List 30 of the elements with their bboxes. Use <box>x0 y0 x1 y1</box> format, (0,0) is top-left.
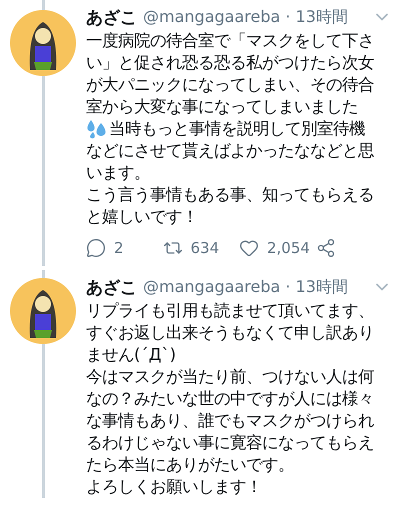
tweet-text-line: と嬉しいです！ <box>86 206 199 228</box>
avatar <box>10 10 76 76</box>
user-name[interactable]: あざこ <box>86 6 137 28</box>
tweet-text-line: い」と促され恐る恐る私がつけたら次女 <box>86 52 375 74</box>
tweet-text-line: こう言う事情もある事、知ってもらえる <box>86 184 375 206</box>
avatar <box>10 278 76 344</box>
tweet-meta: @mangagaareba · 13時間 <box>143 6 349 28</box>
action-count: 2 <box>114 239 124 257</box>
heart-icon[interactable] <box>239 238 259 258</box>
tweet-meta: @mangagaareba · 13時間 <box>143 276 349 298</box>
tweet-text-line: などにさせて貰えばよかったななどと思 <box>86 140 375 162</box>
tweet-text-line: よろしくお願いします！ <box>86 476 263 498</box>
tweet-text-line: すぐお返し出来そうもなくて申し訳あり <box>86 322 375 344</box>
tweet-text-line: 一度病院の待合室で「マスクをして下さ <box>86 30 375 52</box>
user-name[interactable]: あざこ <box>86 276 137 298</box>
reply-icon[interactable] <box>86 238 106 258</box>
action-count: 634 <box>190 239 220 257</box>
action-count: 2,054 <box>267 239 310 257</box>
tweet-text-line: な事情もあり、誰でもマスクがつけられ <box>86 410 375 432</box>
tweet-text-line: 室から大変な事になってしまいました <box>86 96 359 118</box>
tweet-text-line: が大パニックになってしまい、その待合 <box>86 74 375 96</box>
tweet-text-line: ません(´Д`) <box>86 344 177 366</box>
tweet-text-line: 今はマスクが当たり前、つけない人は何 <box>86 366 375 388</box>
tweet-text-line: なの？みたいな世の中ですが人には様々 <box>86 388 375 410</box>
tweet-text-line: るわけじゃない事に寛容になってもらえ <box>86 432 375 454</box>
share-icon[interactable] <box>316 238 336 258</box>
tweet-text-line: 当時もっと事情を説明して別室待機 <box>109 118 365 140</box>
tweet-text-line: います。 <box>86 162 151 184</box>
tweet-text-line: リプライも引用も読ませて頂いてます、 <box>86 300 375 322</box>
tweet-text-line: たら本当にありがたいです。 <box>86 454 295 476</box>
